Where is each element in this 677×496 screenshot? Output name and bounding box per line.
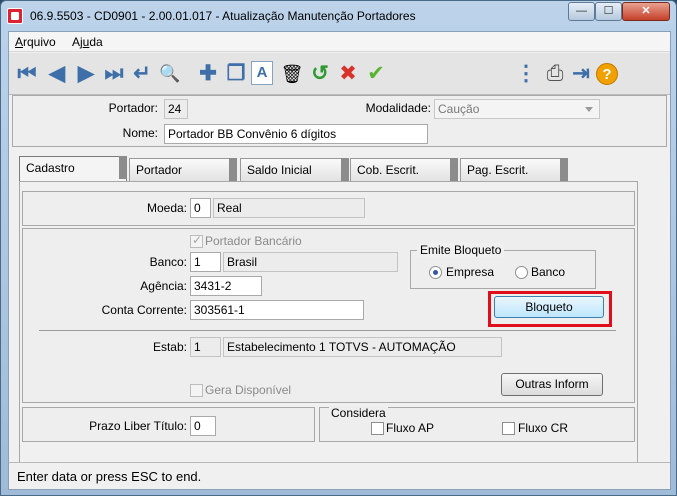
first-record-icon[interactable]: ⏮ <box>14 61 40 87</box>
moeda-label: Moeda: <box>146 201 187 215</box>
edit-record-icon[interactable]: A <box>251 61 273 85</box>
considera-panel: Considera Fluxo AP Fluxo CR <box>319 406 635 442</box>
copy-record-icon[interactable]: ❐ <box>223 61 249 87</box>
prazo-panel: Prazo Liber Título: 0 <box>22 407 315 442</box>
banco-name-field: Brasil <box>223 252 398 272</box>
prazo-liber-field[interactable]: 0 <box>190 416 216 436</box>
tab-edge <box>341 158 349 181</box>
banco-label: Banco: <box>149 255 187 269</box>
menu-bar: Arquivo Ajuda <box>9 32 670 52</box>
portador-field[interactable]: 24 <box>164 99 188 119</box>
tab-cob-label: Cob. Escrit. <box>357 163 420 177</box>
goto-icon[interactable]: ↵ <box>129 61 155 87</box>
tab-portador-label: Portador <box>136 163 183 177</box>
modalidade-value: Caução <box>438 102 480 116</box>
next-record-icon[interactable]: ▶ <box>73 61 99 87</box>
exit-icon[interactable]: ⇥ <box>568 61 594 87</box>
separator <box>39 330 616 331</box>
tab-portador[interactable]: Portador <box>129 158 237 181</box>
emite-bloqueto-group: Emite Bloqueto Empresa Banco <box>410 243 596 289</box>
header-panel: Portador: 24 Modalidade: Caução Nome: Po… <box>12 95 667 147</box>
menu-ajuda[interactable]: Ajuda <box>72 35 103 49</box>
radio-empresa-label: Empresa <box>446 265 495 279</box>
toolbar: ⏮ ◀ ▶ ⏭ ↵ 🔍 ✚ ❐ A 🗑 ↺ ✖ ✔ ⋮ ⎙ ⇥ ? <box>9 53 670 95</box>
outras-inform-button[interactable]: Outras Inform <box>501 373 603 396</box>
previous-record-icon[interactable]: ◀ <box>44 61 70 87</box>
help-icon[interactable]: ? <box>596 63 618 85</box>
menu-arquivo-rest: rquivo <box>23 35 56 49</box>
title-bar[interactable]: 06.9.5503 - CD0901 - 2.00.01.017 - Atual… <box>1 1 677 31</box>
menu-arquivo-accel: A <box>15 35 24 49</box>
moeda-panel: Moeda: 0 Real <box>22 191 635 226</box>
app-window: 06.9.5503 - CD0901 - 2.00.01.017 - Atual… <box>0 0 677 496</box>
tab-cadastro-body: Moeda: 0 Real Portador Bancário Banco: 1… <box>19 181 638 468</box>
emite-bloqueto-title: Emite Bloqueto <box>417 243 505 257</box>
bloqueto-button[interactable]: Bloqueto <box>494 296 604 318</box>
tab-pag-label: Pag. Escrit. <box>467 163 529 177</box>
delete-record-icon[interactable]: 🗑 <box>279 61 305 87</box>
considera-title: Considera <box>329 406 388 420</box>
nome-label: Nome: <box>122 126 158 140</box>
fluxo-ap-checkbox[interactable] <box>371 422 384 435</box>
portador-bancario-checkbox[interactable] <box>190 233 203 248</box>
menu-arquivo[interactable]: Arquivo <box>15 35 56 49</box>
moeda-name-field: Real <box>213 198 365 218</box>
portador-bancario-label: Portador Bancário <box>205 234 302 248</box>
window-title: 06.9.5503 - CD0901 - 2.00.01.017 - Atual… <box>30 9 416 23</box>
menu-ajuda-rest: da <box>89 35 103 49</box>
portador-label: Portador: <box>108 101 158 115</box>
tab-cob-escrit[interactable]: Cob. Escrit. <box>350 158 458 181</box>
last-record-icon[interactable]: ⏭ <box>101 61 127 87</box>
menu-ajuda-pre: Aj <box>72 35 83 49</box>
tab-cadastro-label: Cadastro <box>26 161 75 175</box>
radio-banco-label: Banco <box>531 265 566 279</box>
tab-saldo-inicial[interactable]: Saldo Inicial <box>240 158 349 181</box>
prazo-liber-label: Prazo Liber Título: <box>89 419 187 433</box>
modalidade-label: Modalidade: <box>365 101 431 115</box>
conta-corrente-field[interactable]: 303561-1 <box>190 300 364 320</box>
app-icon <box>7 8 23 24</box>
estab-code-field[interactable]: 1 <box>190 337 221 357</box>
gera-disponivel-label: Gera Disponível <box>205 383 292 397</box>
undo-icon[interactable]: ↺ <box>307 61 333 87</box>
moeda-code-field[interactable]: 0 <box>190 198 211 218</box>
modalidade-select[interactable]: Caução <box>434 99 600 119</box>
add-record-icon[interactable]: ✚ <box>195 61 221 87</box>
maximize-button[interactable]: ☐ <box>595 2 622 21</box>
client-area: Arquivo Ajuda ⏮ ◀ ▶ ⏭ ↵ 🔍 ✚ ❐ A 🗑 ↺ ✖ ✔ … <box>8 31 671 490</box>
estab-label: Estab: <box>152 340 187 354</box>
fluxo-cr-checkbox[interactable] <box>502 422 515 435</box>
cancel-icon[interactable]: ✖ <box>335 61 361 87</box>
tab-pag-escrit[interactable]: Pag. Escrit. <box>460 158 568 181</box>
print-icon[interactable]: ⎙ <box>542 61 568 87</box>
nome-field[interactable]: Portador BB Convênio 6 dígitos <box>164 124 428 144</box>
conta-corrente-label: Conta Corrente: <box>101 303 187 317</box>
confirm-icon[interactable]: ✔ <box>363 61 389 87</box>
gera-disponivel-checkbox[interactable] <box>190 384 203 397</box>
estab-name-field: Estabelecimento 1 TOTVS - AUTOMAÇÃO <box>223 337 502 357</box>
radio-banco[interactable] <box>515 266 528 279</box>
search-icon[interactable]: 🔍 <box>157 61 183 87</box>
tab-edge <box>450 158 458 181</box>
status-text: Enter data or press ESC to end. <box>17 469 202 484</box>
tab-edge <box>560 158 568 181</box>
tab-edge <box>229 158 237 181</box>
tab-edge <box>119 156 127 179</box>
chevron-down-icon <box>585 107 593 112</box>
agencia-label: Agência: <box>140 279 187 293</box>
minimize-button[interactable]: — <box>568 2 595 21</box>
tab-saldo-label: Saldo Inicial <box>247 163 312 177</box>
fluxo-ap-label: Fluxo AP <box>386 421 435 435</box>
tree-view-icon[interactable]: ⋮ <box>513 61 539 87</box>
banco-code-field[interactable]: 1 <box>190 252 221 272</box>
close-button[interactable]: ✕ <box>622 2 670 21</box>
banco-panel: Portador Bancário Banco: 1 Brasil Agênci… <box>22 228 635 403</box>
fluxo-cr-label: Fluxo CR <box>518 421 569 435</box>
tab-cadastro[interactable]: Cadastro <box>19 156 127 181</box>
radio-empresa[interactable] <box>429 266 442 279</box>
status-bar: Enter data or press ESC to end. <box>9 462 670 489</box>
agencia-field[interactable]: 3431-2 <box>190 276 262 296</box>
